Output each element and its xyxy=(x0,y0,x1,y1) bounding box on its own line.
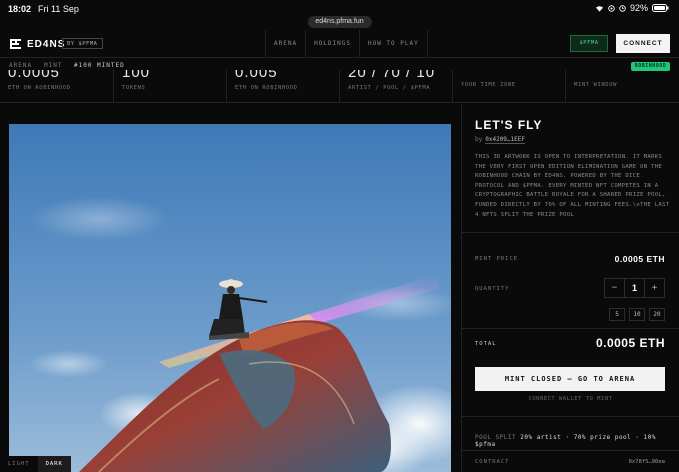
stat-value: 20 / 70 / 10 xyxy=(348,70,436,81)
total-label: TOTAL xyxy=(475,341,497,347)
main-nav: ARENA HOLDINGS HOW TO PLAY xyxy=(265,30,428,58)
stat-label: MINT WINDOW xyxy=(574,82,618,88)
logo[interactable]: ED4NS xyxy=(10,38,65,50)
stat-split: 20 / 70 / 10 ARTIST / POOL / $PFMA xyxy=(339,70,452,102)
theme-toggle: LIGHT DARK xyxy=(0,456,71,472)
breadcrumb-arena[interactable]: ARENA xyxy=(9,62,32,69)
wifi-icon xyxy=(595,5,603,12)
stat-label: ETH ON ROBINHOOD xyxy=(8,85,71,91)
artwork-title: LET'S FLY xyxy=(475,118,543,132)
artwork-image xyxy=(9,124,451,472)
stat-label: TOKENS xyxy=(122,85,146,91)
mint-button[interactable]: MINT CLOSED — GO TO ARENA xyxy=(475,367,665,391)
mint-price-value: 0.0005 ETH xyxy=(614,254,665,264)
by-pfma-badge: BY $PFMA xyxy=(62,38,103,49)
contract-label: CONTRACT xyxy=(475,459,510,465)
divider xyxy=(462,232,679,233)
creator-line: by 0x4209…1EEF xyxy=(475,136,525,144)
quantity-value[interactable]: 1 xyxy=(624,279,645,297)
theme-light-button[interactable]: LIGHT xyxy=(0,456,38,472)
status-right: 92% xyxy=(595,3,669,13)
pool-split-label: POOL SPLIT xyxy=(475,434,517,441)
contract-address[interactable]: 0x78f5…90ea xyxy=(629,459,665,465)
pool-split: POOL SPLIT 20% artist · 70% prize pool ·… xyxy=(475,434,679,448)
preset-10-button[interactable]: 10 xyxy=(629,308,645,321)
battery-percent: 92% xyxy=(629,3,648,13)
nav-arena[interactable]: ARENA xyxy=(265,30,305,58)
stat-label: ETH ON ROBINHOOD xyxy=(235,85,298,91)
stat-mint-window: MINT WINDOW xyxy=(565,70,679,102)
stat-value: 0.0005 xyxy=(8,70,60,81)
pfma-button[interactable]: $PFMA xyxy=(570,35,608,52)
divider xyxy=(462,416,679,417)
stat-value: 100 xyxy=(122,70,151,81)
stat-price: 0.0005 ETH ON ROBINHOOD xyxy=(0,70,113,102)
logo-mark-icon xyxy=(10,39,21,49)
alarm-icon xyxy=(619,4,626,12)
connect-button[interactable]: CONNECT xyxy=(616,34,670,53)
stat-label: ARTIST / POOL / $PFMA xyxy=(348,85,431,91)
stat-label: YOUR TIME ZONE xyxy=(461,82,516,88)
site-header: ED4NS BY $PFMA ARENA HOLDINGS HOW TO PLA… xyxy=(0,30,679,58)
location-icon xyxy=(608,4,615,12)
by-label: by xyxy=(475,136,483,143)
battery-icon xyxy=(652,4,669,12)
creator-address[interactable]: 0x4209…1EEF xyxy=(485,136,525,144)
quantity-label: QUANTITY xyxy=(475,286,510,292)
logo-text: ED4NS xyxy=(27,38,66,50)
stat-value: 0.005 xyxy=(235,70,278,81)
browser-url[interactable]: ed4ns.pfma.fun xyxy=(307,16,372,28)
preset-20-button[interactable]: 20 xyxy=(649,308,665,321)
stat-volume: 0.005 ETH ON ROBINHOOD xyxy=(226,70,339,102)
status-date: Fri 11 Sep xyxy=(38,4,79,14)
mint-price-label: MINT PRICE xyxy=(475,256,519,262)
divider xyxy=(462,450,679,451)
status-time: 18:02 xyxy=(8,4,32,14)
stat-tokens: 100 TOKENS xyxy=(113,70,226,102)
nav-how-to-play[interactable]: HOW TO PLAY xyxy=(358,30,428,58)
mint-panel: LET'S FLY by 0x4209…1EEF THIS 3D ARTWORK … xyxy=(461,104,679,472)
stat-timezone: YOUR TIME ZONE xyxy=(452,70,565,102)
increment-button[interactable]: + xyxy=(645,279,664,297)
preset-5-button[interactable]: 5 xyxy=(609,308,625,321)
decrement-button[interactable]: − xyxy=(605,279,624,297)
nav-holdings[interactable]: HOLDINGS xyxy=(305,30,359,58)
quantity-stepper: − 1 + xyxy=(604,278,665,298)
artwork-description: THIS 3D ARTWORK IS OPEN TO INTERPRETATIO… xyxy=(475,154,670,218)
connect-wallet-hint: CONNECT WALLET TO MINT xyxy=(528,396,613,402)
artwork-illustration xyxy=(9,124,451,472)
total-value: 0.0005 ETH xyxy=(595,336,665,350)
divider xyxy=(462,328,679,329)
theme-dark-button[interactable]: DARK xyxy=(37,456,71,472)
quantity-presets: 5 10 20 xyxy=(609,308,665,321)
stats-strip: 0.0005 ETH ON ROBINHOOD 100 TOKENS 0.005… xyxy=(0,70,679,103)
breadcrumb-mint[interactable]: MINT xyxy=(44,62,62,69)
minted-count: #100 MINTED xyxy=(74,62,125,69)
